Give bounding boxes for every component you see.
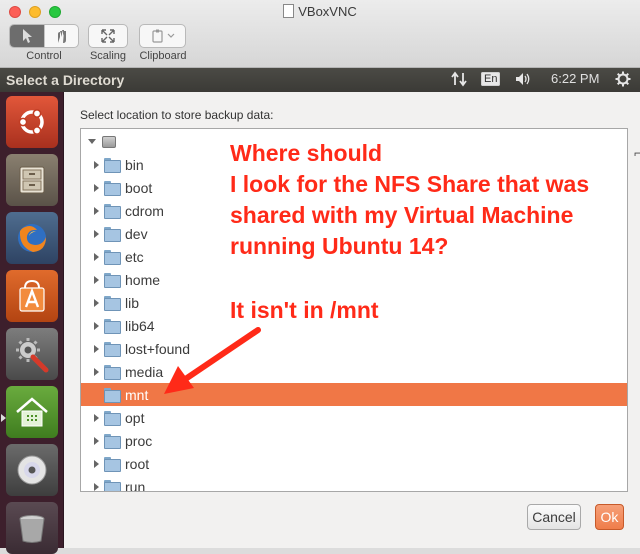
folder-icon: [104, 319, 121, 334]
clipboard-button[interactable]: [139, 24, 186, 48]
expander-right-icon[interactable]: [94, 252, 99, 261]
folder-icon: [104, 342, 121, 357]
cancel-button[interactable]: Cancel: [527, 504, 581, 530]
folder-icon: [104, 480, 121, 491]
annotation-line: running Ubuntu 14?: [230, 233, 449, 259]
folder-icon: [104, 227, 121, 242]
ubuntu-dash-icon[interactable]: [6, 96, 58, 148]
tree-row[interactable]: home: [81, 268, 627, 291]
folder-icon: [104, 204, 121, 219]
dvd-icon[interactable]: [6, 444, 58, 496]
expander-down-icon[interactable]: [88, 139, 96, 144]
vnc-window-titlebar: VBoxVNC Control Scaling Clipboard: [0, 0, 640, 68]
keyboard-layout-indicator[interactable]: En: [481, 70, 501, 86]
home-folder-icon[interactable]: [6, 386, 58, 438]
folder-icon: [104, 250, 121, 265]
expander-right-icon[interactable]: [94, 321, 99, 330]
annotation-line: I look for the NFS Share that was: [230, 171, 590, 197]
folder-icon: [104, 411, 121, 426]
control-label: Control: [26, 50, 62, 62]
expander-right-icon[interactable]: [94, 206, 99, 215]
expander-right-icon[interactable]: [94, 298, 99, 307]
expander-right-icon[interactable]: [94, 459, 99, 468]
tree-row-label: mnt: [125, 386, 149, 403]
folder-icon: [104, 434, 121, 449]
expander-right-icon[interactable]: [94, 413, 99, 422]
tree-row-label: cdrom: [125, 202, 164, 219]
tree-row-label: bin: [125, 156, 144, 173]
unity-launcher: [0, 92, 64, 554]
expander-right-icon[interactable]: [94, 367, 99, 376]
tree-row-label: root: [125, 455, 150, 472]
software-center-icon[interactable]: [6, 270, 58, 322]
scaling-button[interactable]: [88, 24, 128, 48]
keyboard-control-icon[interactable]: [44, 25, 78, 47]
tree-row-label: home: [125, 271, 161, 288]
folder-icon: [104, 158, 121, 173]
expander-right-icon[interactable]: [94, 160, 99, 169]
control-toggle-group[interactable]: [9, 24, 79, 48]
clipboard-label: Clipboard: [139, 50, 187, 62]
clipboard-icon: [140, 25, 185, 47]
system-settings-icon[interactable]: [6, 328, 58, 380]
volume-icon[interactable]: [514, 71, 532, 90]
tree-row-label: dev: [125, 225, 148, 242]
expander-right-icon[interactable]: [94, 436, 99, 445]
document-icon: [283, 4, 295, 18]
trash-icon[interactable]: [6, 502, 58, 554]
expander-right-icon[interactable]: [94, 229, 99, 238]
clock[interactable]: 6:22 PM: [551, 71, 599, 86]
tree-row-label: proc: [125, 432, 153, 449]
dialog-prompt: Select location to store backup data:: [80, 108, 274, 122]
folder-icon: [104, 273, 121, 288]
tree-row-label: etc: [125, 248, 144, 265]
network-arrows-icon[interactable]: [451, 71, 467, 90]
annotation-arrow: [164, 327, 261, 394]
keyboard-layout-label: En: [481, 72, 501, 86]
tree-row[interactable]: root: [81, 452, 627, 475]
file-cabinet-icon[interactable]: [6, 154, 58, 206]
scaling-label: Scaling: [89, 50, 127, 62]
tree-row-label: opt: [125, 409, 145, 426]
active-window-title: Select a Directory: [6, 72, 125, 88]
ubuntu-top-panel: Select a Directory En 6:22 PM: [0, 68, 640, 92]
firefox-icon[interactable]: [6, 212, 58, 264]
mouse-cursor-icon: ⌐: [634, 146, 640, 160]
ok-button[interactable]: Ok: [595, 504, 624, 530]
tree-row-label: run: [125, 478, 146, 492]
running-app-indicator: [1, 414, 6, 422]
folder-icon: [104, 388, 121, 403]
window-title-text: VBoxVNC: [298, 4, 357, 19]
tree-row[interactable]: proc: [81, 429, 627, 452]
folder-icon: [104, 365, 121, 380]
folder-icon: [104, 181, 121, 196]
folder-icon: [104, 457, 121, 472]
expander-right-icon[interactable]: [94, 344, 99, 353]
annotation-question: Where should I look for the NFS Share th…: [230, 138, 589, 262]
annotation-line: Where should: [230, 140, 383, 166]
folder-icon: [104, 296, 121, 311]
tree-row[interactable]: run: [81, 475, 627, 492]
window-title: VBoxVNC: [0, 4, 640, 19]
gear-icon[interactable]: [615, 71, 631, 90]
tree-row-label: lib: [125, 294, 140, 311]
tree-row[interactable]: opt: [81, 406, 627, 429]
expander-right-icon[interactable]: [94, 183, 99, 192]
tree-row-label: boot: [125, 179, 153, 196]
expander-right-icon[interactable]: [94, 275, 99, 284]
mouse-control-icon[interactable]: [10, 25, 44, 47]
drive-icon: [102, 135, 116, 148]
scaling-icon: [89, 25, 127, 47]
expander-right-icon[interactable]: [94, 482, 99, 491]
annotation-line: shared with my Virtual Machine: [230, 202, 574, 228]
